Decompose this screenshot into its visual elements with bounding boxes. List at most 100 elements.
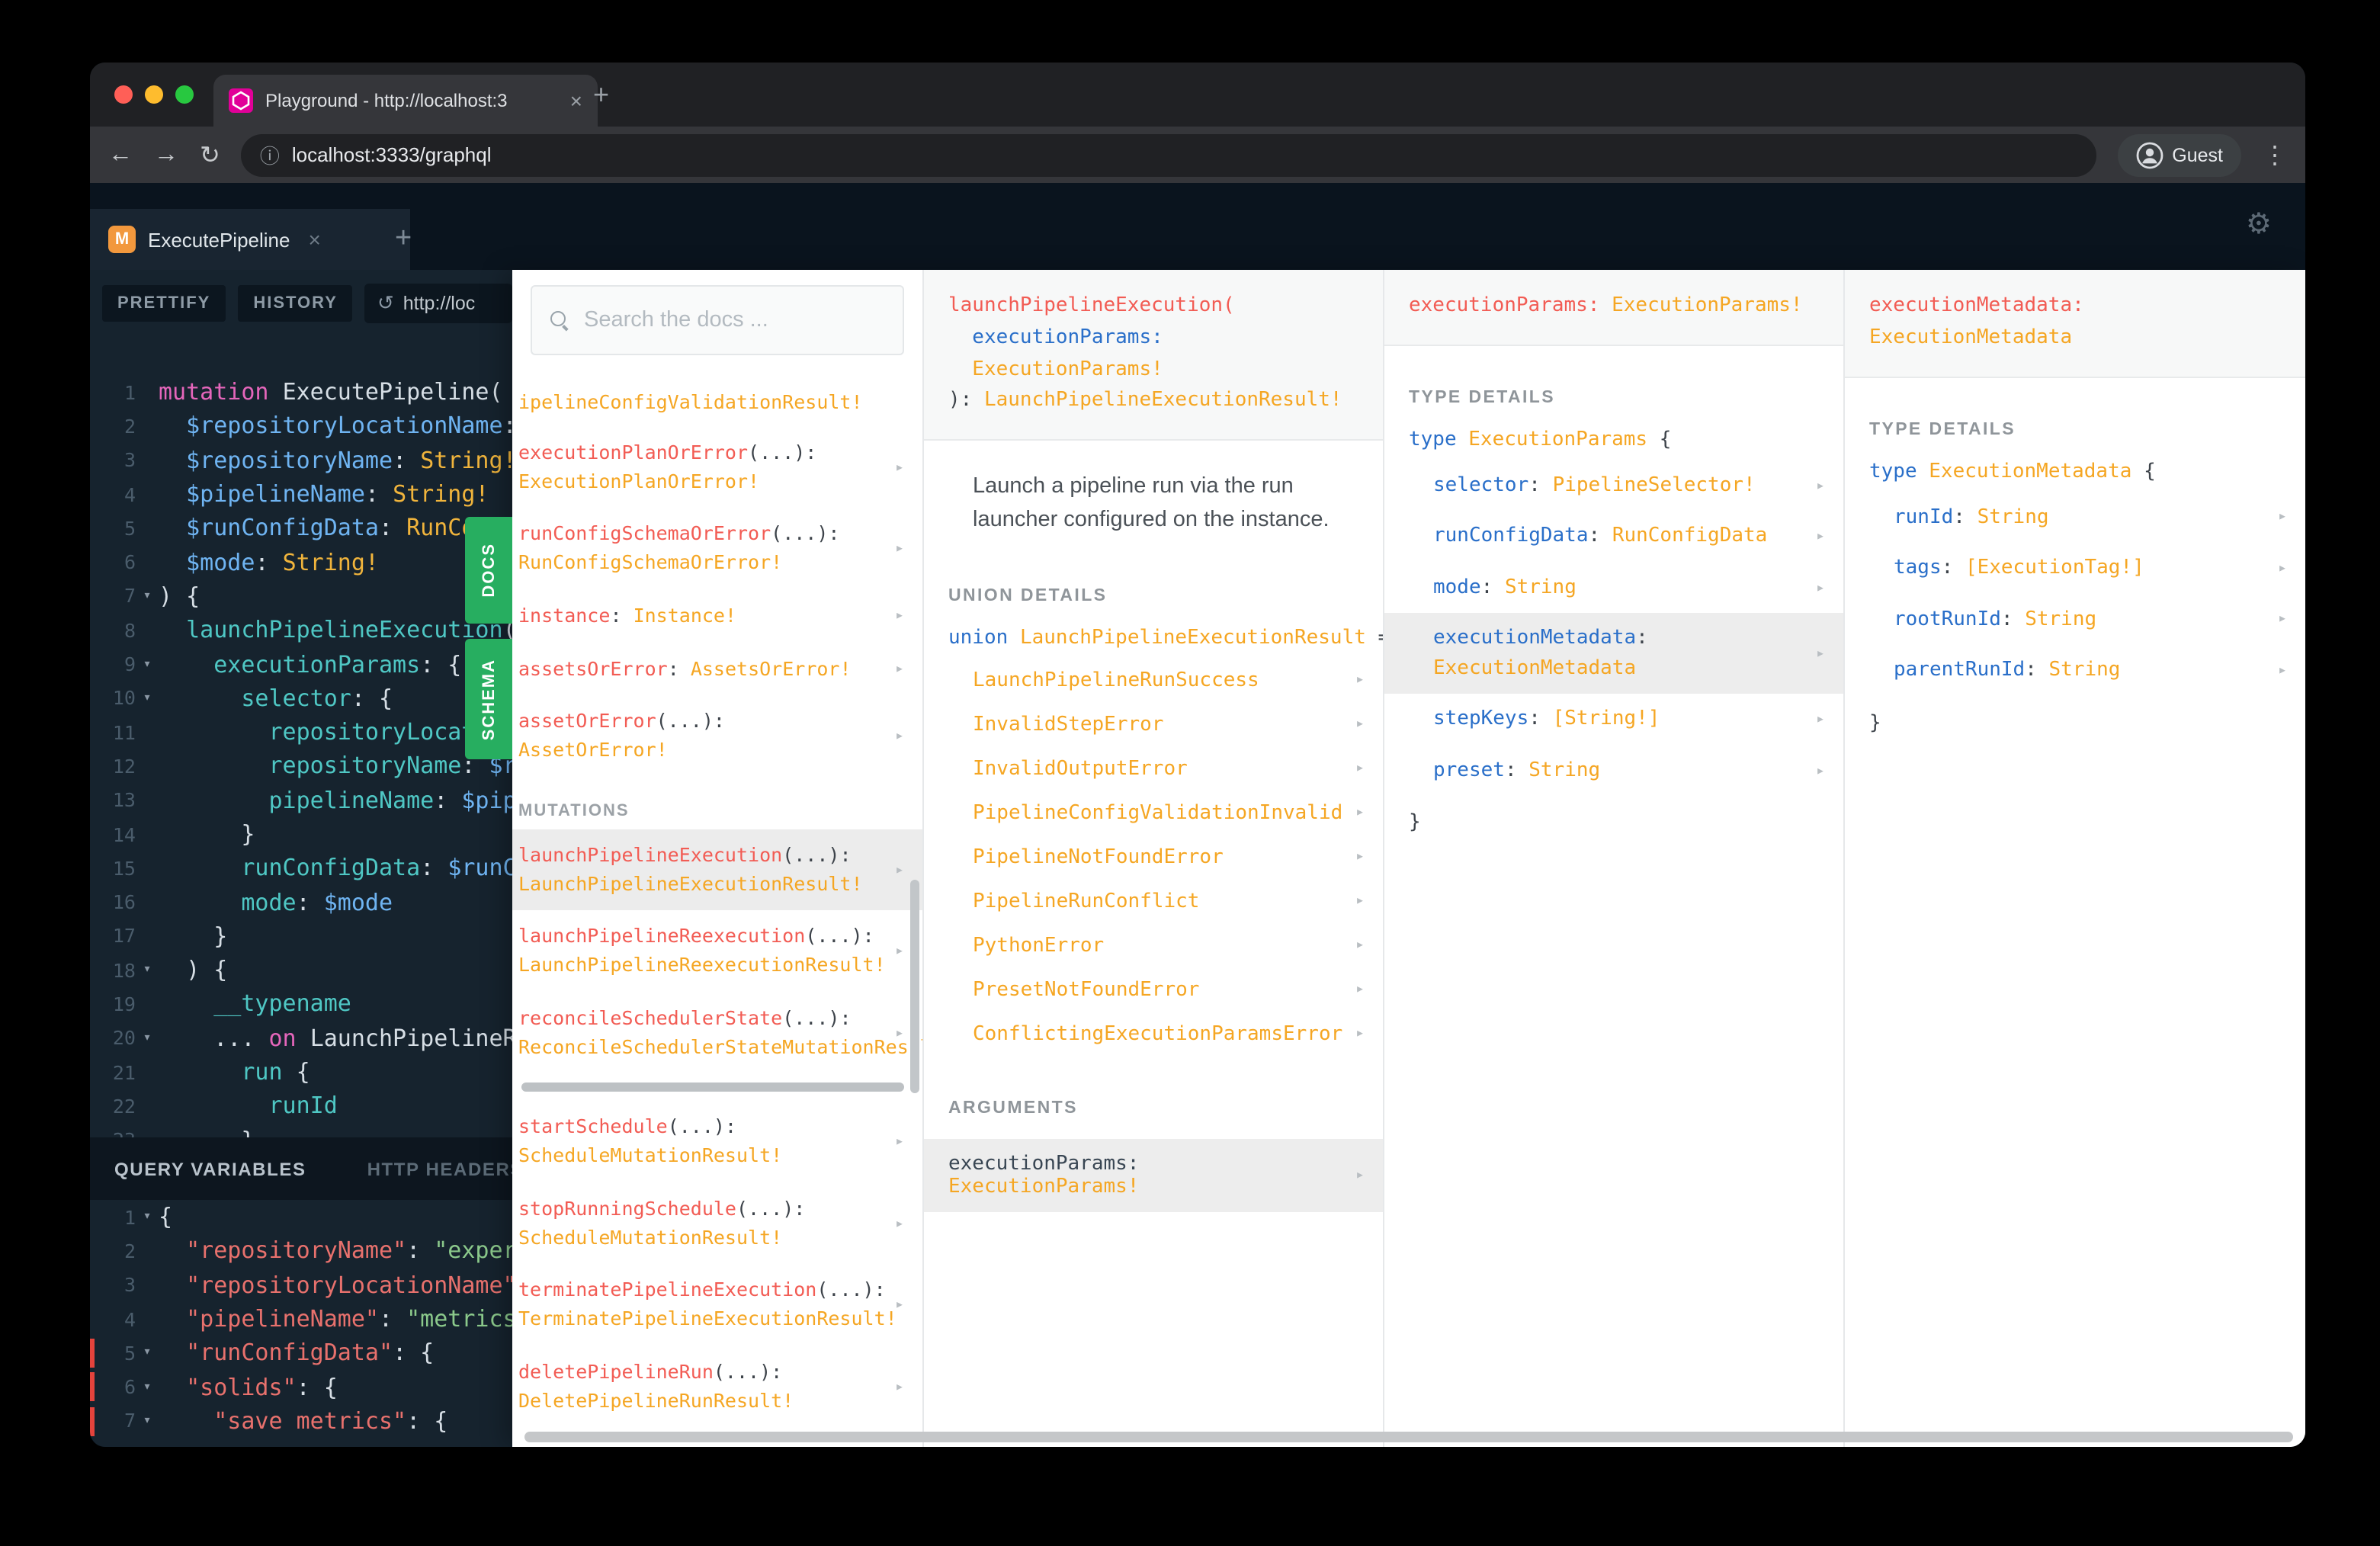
doc-item-partial[interactable]: ipelineConfigValidationResult! [512,386,922,427]
doc-item[interactable]: stopRunningSchedule(...): ScheduleMutatio… [512,1183,922,1265]
doc-item[interactable]: launchPipelineReexecution(...): LaunchPip… [512,911,922,993]
code-text: ... on LaunchPipelineRunSuccess { [159,1025,512,1052]
type-field[interactable]: runId: String ▸ [1845,492,2305,543]
chevron-right-icon: ▸ [894,1134,904,1150]
code-line: 2 "repositoryName": "exper [90,1234,512,1269]
type-header: executionParams: ExecutionParams! [1384,270,1843,346]
window-minimize-button[interactable] [145,85,163,104]
type-fields: selector: PipelineSelector! ▸ runConfigDat… [1384,460,1843,797]
playground-new-tab-button[interactable]: + [395,223,412,256]
code-line: 17 } [90,919,512,954]
union-member[interactable]: InvalidOutputError ▸ [924,746,1383,791]
union-member[interactable]: LaunchPipelineRunSuccess ▸ [924,658,1383,702]
horizontal-scrollbar[interactable] [524,1432,2293,1442]
fold-arrow-icon[interactable]: ▾ [136,691,159,706]
union-member[interactable]: PipelineRunConflict ▸ [924,879,1383,923]
playground-tab-title: ExecutePipeline [148,228,290,251]
union-member[interactable]: PythonError ▸ [924,923,1383,967]
fold-arrow-icon[interactable]: ▾ [136,1031,159,1046]
type-field[interactable]: mode: String ▸ [1384,563,1843,614]
window-close-button[interactable] [114,85,133,104]
union-member[interactable]: PipelineNotFoundError ▸ [924,835,1383,879]
new-tab-button[interactable]: + [593,79,609,111]
doc-item[interactable]: instance: Instance! ▸ [512,590,922,643]
doc-item[interactable]: startSchedule(...): ScheduleMutationResul… [512,1102,922,1183]
doc-item[interactable]: launchPipelineExecution(...): LaunchPipel… [512,829,922,911]
playground-main: PRETTIFY HISTORY ↺ http://loc 1 mutation … [90,270,2305,1447]
back-button[interactable]: ← [108,141,133,168]
settings-gear-icon[interactable]: ⚙ [2246,207,2272,242]
union-member[interactable]: PresetNotFoundError ▸ [924,967,1383,1012]
token: $mode [186,548,255,576]
browser-tab[interactable]: Playground - http://localhost:3 × [213,75,598,127]
field-type: RunConfigSchemaOrError! [518,549,883,578]
variables-editor[interactable]: 1 ▾{2 "repositoryName": "exper 3 "reposito… [90,1200,512,1447]
reload-button[interactable]: ↻ [200,140,220,170]
profile-button[interactable]: Guest [2117,133,2241,176]
doc-item[interactable]: deletePipelineRun(...): DeletePipelineRun… [512,1346,922,1428]
chevron-right-icon: ▸ [1815,711,1825,729]
docs-search[interactable]: Search the docs ... [531,285,904,355]
address-bar[interactable]: ⓘ localhost:3333/graphql [241,133,2096,176]
doc-item[interactable]: reconcileSchedulerState(...): ReconcileSc… [512,993,922,1074]
doc-item[interactable]: runConfigSchemaOrError(...): RunConfigSch… [512,508,922,590]
window-zoom-button[interactable] [175,85,194,104]
reload-schema-icon[interactable]: ↺ [377,291,394,316]
code-line: 6 ▾ "solids": { [90,1370,512,1404]
union-member[interactable]: ConflictingExecutionParamsError ▸ [924,1012,1383,1056]
argument-row[interactable]: executionParams: ExecutionParams! ▸ [924,1138,1383,1212]
scrollbar-thumb[interactable] [524,1432,2293,1442]
docs-side-tab[interactable]: DOCS [465,517,512,624]
horizontal-scrollbar[interactable] [521,1083,904,1092]
playground-tab-close-icon[interactable]: × [308,227,320,252]
vertical-scrollbar[interactable] [910,880,919,1093]
token: : [379,1305,407,1333]
doc-item[interactable]: executionPlanOrError(...): ExecutionPlanO… [512,427,922,508]
query-editor[interactable]: 1 mutation ExecutePipeline(2 $repositoryL… [90,375,512,1137]
union-member[interactable]: PipelineConfigValidationInvalid ▸ [924,791,1383,835]
type-field[interactable]: preset: String ▸ [1384,746,1843,797]
type-field[interactable]: parentRunId: String ▸ [1845,645,2305,696]
field-signature: terminatePipelineExecution(...): [518,1277,886,1306]
signature-line: ): LaunchPipelineExecutionResult! [948,386,1358,419]
doc-item[interactable]: terminatePipelineExecution(...): Terminat… [512,1265,922,1346]
fold-arrow-icon[interactable]: ▾ [136,1413,159,1429]
fold-arrow-icon[interactable]: ▾ [136,589,159,604]
history-button[interactable]: HISTORY [238,285,353,322]
site-info-icon[interactable]: ⓘ [260,140,280,169]
forward-button[interactable]: → [154,141,178,168]
type-field[interactable]: selector: PipelineSelector! ▸ [1384,460,1843,512]
fold-arrow-icon[interactable]: ▾ [136,1379,159,1394]
field-args: (...): [782,842,852,866]
token: selector [241,684,351,712]
type-name: PipelineConfigValidationInvalid [973,801,1343,825]
type-field[interactable]: runConfigData: RunConfigData ▸ [1384,512,1843,563]
fold-arrow-icon[interactable]: ▾ [136,962,159,977]
browser-menu-icon[interactable]: ⋮ [2263,140,2287,170]
type-field[interactable]: rootRunId: String ▸ [1845,594,2305,645]
fold-arrow-icon[interactable]: ▾ [136,656,159,672]
union-member[interactable]: InvalidStepError ▸ [924,702,1383,746]
playground-tab[interactable]: M ExecutePipeline × [90,209,410,270]
endpoint-input[interactable]: ↺ http://loc [364,284,512,323]
doc-item[interactable]: assetOrError(...): AssetOrError! ▸ [512,696,922,778]
type-field[interactable]: stepKeys: [String!] ▸ [1384,694,1843,746]
line-number: 13 [112,788,136,812]
code-text: "solids": { [159,1373,338,1400]
code-text: "save metrics": { [159,1407,447,1435]
type-field[interactable]: executionMetadata: ExecutionMetadata ▸ [1384,613,1843,694]
tab-close-icon[interactable]: × [570,88,582,113]
schema-side-tab[interactable]: SCHEMA [465,639,512,759]
tab-query-variables[interactable]: QUERY VARIABLES [114,1158,306,1179]
token: LaunchPipelineExecutionResult! [983,389,1342,412]
token: String! [282,548,379,576]
prettify-button[interactable]: PRETTIFY [102,285,226,322]
doc-item[interactable]: assetsOrError: AssetsOrError! ▸ [512,643,922,696]
tab-http-headers[interactable]: HTTP HEADERS [367,1158,512,1179]
type-field[interactable]: tags: [ExecutionTag!] ▸ [1845,543,2305,594]
fold-arrow-icon[interactable]: ▾ [136,1209,159,1224]
field-signature: runConfigSchemaOrError(...): [518,521,883,550]
code-text: ) { [159,956,227,983]
fold-arrow-icon[interactable]: ▾ [136,1346,159,1361]
